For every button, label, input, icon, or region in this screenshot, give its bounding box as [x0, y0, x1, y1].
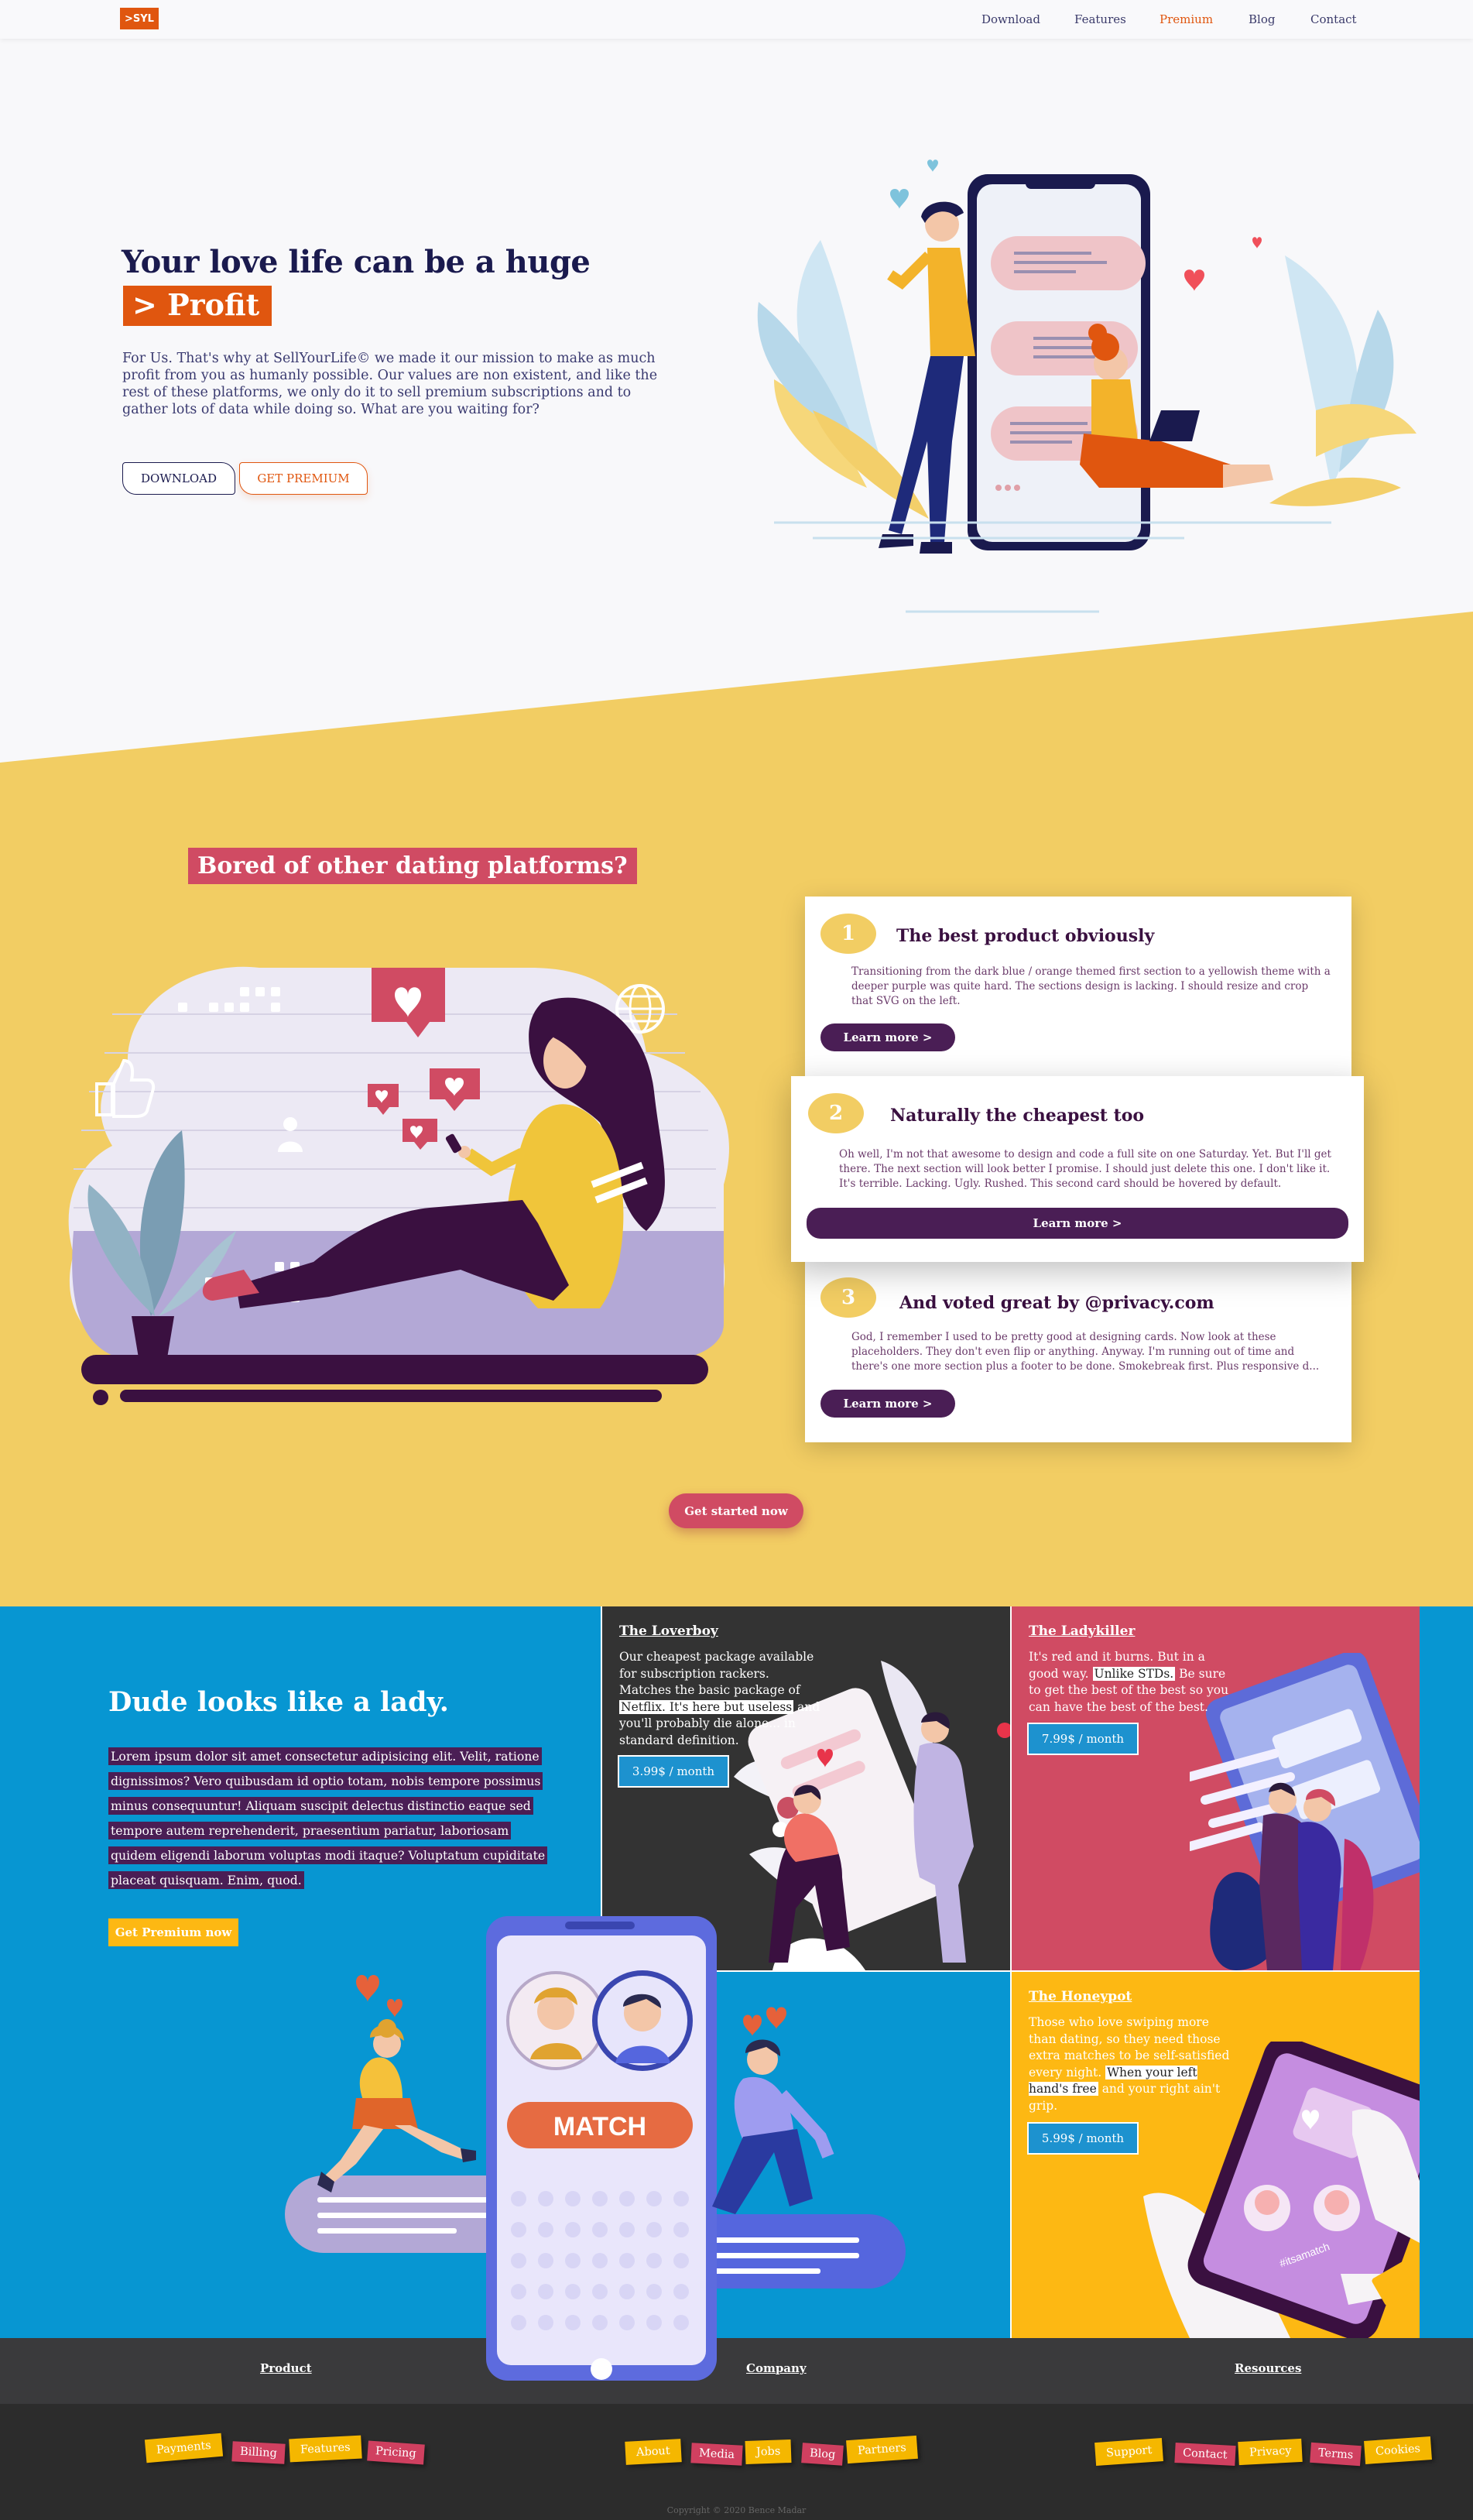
woman-sitting	[317, 2019, 476, 2193]
plan-title: The Ladykiller	[1029, 1623, 1136, 1639]
footer-link-privacy[interactable]: Privacy	[1238, 2438, 1303, 2466]
plan-text: Our cheapest package available for subsc…	[619, 1650, 820, 1747]
download-button[interactable]: DOWNLOAD	[122, 462, 235, 495]
heart-icon	[356, 1975, 379, 2002]
heart-icon	[387, 1999, 403, 2018]
footer-link-billing[interactable]: Billing	[231, 2441, 286, 2464]
learn-more-button[interactable]: Learn more >	[820, 1023, 955, 1051]
card-text: Oh well, I'm not that awesome to design …	[839, 1148, 1331, 1190]
footer-link-about[interactable]: About	[625, 2439, 682, 2465]
heart-icon	[890, 189, 909, 209]
footer-link-blog[interactable]: Blog	[801, 2443, 844, 2466]
heart-icon	[743, 2014, 762, 2036]
match-illustration: MATCH	[285, 1916, 906, 2381]
top-navbar: >SYL Download Features Premium Blog Cont…	[0, 0, 1473, 39]
card-number: 2	[808, 1093, 864, 1133]
leaves-right	[1269, 255, 1416, 506]
heart-icon	[766, 2007, 786, 2029]
feature-card-3[interactable]: 3 And voted great by @privacy.com God, I…	[805, 1260, 1351, 1442]
plan-price[interactable]: 5.99$ / month	[1027, 2122, 1139, 2155]
get-premium-button[interactable]: GET PREMIUM	[239, 462, 368, 495]
card-number: 3	[820, 1277, 876, 1318]
footer-heading-resources: Resources	[1235, 2361, 1302, 2375]
plan-title: The Loverboy	[619, 1623, 718, 1639]
pricing-text: Lorem ipsum dolor sit amet consectetur a…	[108, 1744, 548, 1893]
hero-text: For Us. That's why at SellYourLife© we m…	[122, 351, 658, 417]
feature-card-2[interactable]: 2 Naturally the cheapest too Oh well, I'…	[791, 1076, 1364, 1262]
heart-icon	[1184, 269, 1204, 291]
footer-link-features[interactable]: Features	[289, 2435, 362, 2463]
heart-icon	[1252, 237, 1262, 249]
plan-tile-honeypot: #itsamatch The Honeypot Those who love s…	[1012, 1972, 1420, 2338]
man-sitting	[712, 2039, 834, 2214]
card-text: Transitioning from the dark blue / orang…	[851, 965, 1331, 1007]
hero-title: Your love life can be a huge	[122, 244, 591, 280]
hero-highlight: > Profit	[123, 286, 272, 326]
footer-link-support[interactable]: Support	[1094, 2437, 1164, 2467]
woman-figure	[1080, 324, 1273, 488]
card-title: And voted great by @privacy.com	[899, 1293, 1214, 1313]
footer-link-jobs[interactable]: Jobs	[745, 2439, 792, 2465]
tile-divider	[1010, 1606, 1012, 2338]
plan-tile-ladykiller: The Ladykiller It's red and it burns. Bu…	[1012, 1606, 1420, 1970]
card-text: God, I remember I used to be pretty good…	[851, 1331, 1320, 1373]
footer-link-pricing[interactable]: Pricing	[367, 2440, 425, 2465]
card-title: The best product obviously	[896, 926, 1155, 946]
plan-price[interactable]: 3.99$ / month	[618, 1755, 729, 1788]
footer-link-partners[interactable]: Partners	[846, 2435, 918, 2464]
get-started-button[interactable]: Get started now	[669, 1493, 803, 1528]
copyright: Copyright © 2020 Bence Madar	[666, 2505, 807, 2515]
hero-illustration	[757, 159, 1416, 613]
feature-card-1[interactable]: 1 The best product obviously Transitioni…	[805, 897, 1351, 1076]
footer-link-media[interactable]: Media	[690, 2443, 743, 2466]
footer-link-terms[interactable]: Terms	[1310, 2442, 1362, 2467]
plan-price[interactable]: 7.99$ / month	[1027, 1723, 1139, 1755]
nav-contact[interactable]: Contact	[1310, 12, 1357, 26]
plan-text: Those who love swiping more than dating,…	[1029, 2015, 1230, 2113]
features-heading: Bored of other dating platforms?	[188, 848, 637, 884]
get-premium-now-button[interactable]: Get Premium now	[108, 1918, 238, 1946]
learn-more-button[interactable]: Learn more >	[820, 1390, 955, 1418]
nav-download[interactable]: Download	[981, 12, 1040, 26]
learn-more-button[interactable]: Learn more >	[807, 1208, 1348, 1239]
nav-features[interactable]: Features	[1074, 12, 1126, 26]
girl-phone-illustration	[68, 966, 729, 1405]
card-number: 1	[820, 914, 876, 954]
pricing-heading: Dude looks like a lady.	[108, 1686, 449, 1718]
card-title: Naturally the cheapest too	[890, 1106, 1145, 1126]
heart-icon	[927, 159, 938, 172]
plan-text: It's red and it burns. But in a good way…	[1029, 1650, 1229, 1714]
man-figure	[879, 201, 975, 554]
footer-link-contact[interactable]: Contact	[1174, 2442, 1236, 2467]
match-label: MATCH	[553, 2112, 646, 2141]
logo[interactable]: >SYL	[120, 8, 159, 29]
nav-premium[interactable]: Premium	[1160, 12, 1213, 26]
plan-title: The Honeypot	[1029, 1989, 1132, 2004]
footer-link-cookies[interactable]: Cookies	[1364, 2436, 1432, 2464]
nav-blog[interactable]: Blog	[1249, 12, 1275, 26]
